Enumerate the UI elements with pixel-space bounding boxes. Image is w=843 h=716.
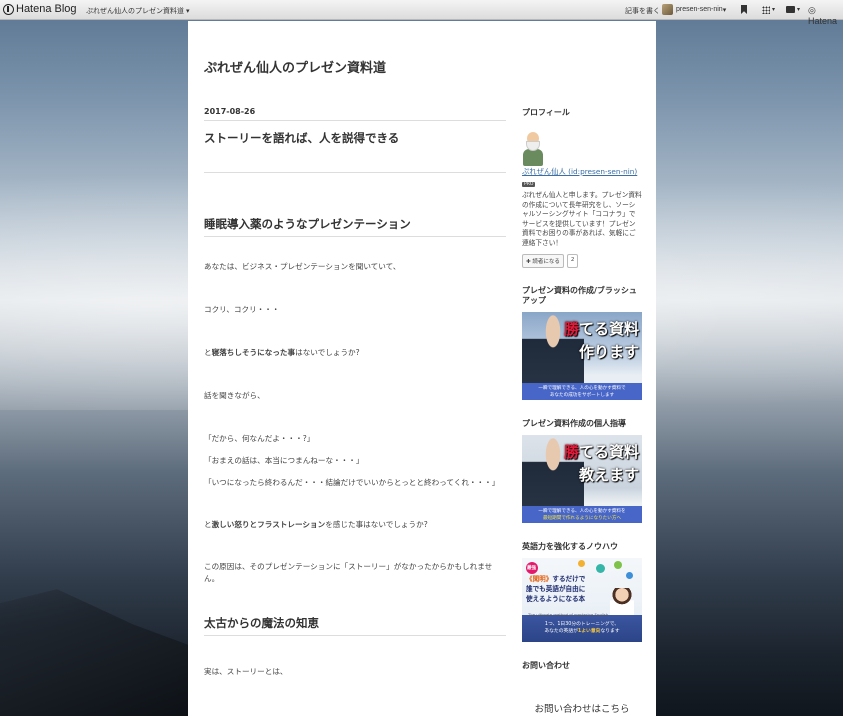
banner-subtitle: The ultimate method of mastering English: [528, 611, 609, 617]
banner-line: 誰でも英語が自由に: [526, 584, 586, 593]
contact-title: お問い合わせ: [522, 660, 570, 670]
profile-description: ぷれぜん仙人と申します。プレゼン資料の作成について長年研究をし、ソーシャルソーシ…: [522, 191, 642, 247]
banner-strip-line: 最短期間で作れるようになりたい方へ: [542, 515, 622, 521]
hatena-topbar: Hatena Blog ぷれぜん仙人のプレゼン資料道 ▾ 記事を書く prese…: [0, 0, 843, 26]
banner-headline: 勝てる資料: [564, 441, 639, 462]
banner-english-book[interactable]: 最強 《聞明》するだけで 誰でも英語が自由に 使えるようになる本 The ult…: [522, 557, 642, 642]
paragraph: と激しい怒りとフラストレーションを感じた事はないでしょうか?: [204, 519, 506, 531]
banner-highlight: 《聞明》: [526, 574, 553, 583]
bold-text: 激しい怒りとフラストレーション: [211, 520, 326, 529]
entry-title[interactable]: ストーリーを語れば、人を説得できる: [204, 130, 506, 173]
quote-line: 「だから、何なんだよ・・・?」: [204, 434, 315, 443]
blog-title[interactable]: ぷれぜん仙人のプレゼン資料道: [204, 57, 386, 76]
text: を感じた事はないでしょうか?: [325, 520, 428, 529]
module-title: 英語力を強化するノウハウ: [522, 541, 618, 551]
text: と: [204, 520, 212, 529]
highlight-text: 1よい意向: [577, 628, 601, 634]
paragraph: コクリ、コクリ・・・: [204, 305, 280, 314]
text: なります: [600, 628, 620, 634]
banner-text: 《聞明》するだけで 誰でも英語が自由に 使えるようになる本: [526, 574, 585, 604]
decor-circle: [578, 559, 585, 567]
banner-bottom-line: あなたの英語が1よい意向なります: [522, 628, 642, 635]
chevron-down-icon: ▾: [722, 6, 727, 14]
chevron-down-icon: ▾: [797, 7, 801, 13]
banner-line: てる資料: [578, 442, 639, 461]
subscribe-label: 読者になる: [532, 258, 560, 265]
write-article-link[interactable]: 記事を書く: [625, 6, 660, 16]
comment-icon[interactable]: [786, 6, 795, 13]
subscribe-button[interactable]: ✚ 読者になる: [522, 253, 564, 268]
paragraph: 実は、ストーリーとは、: [204, 667, 288, 676]
user-name: presen-sen-nin: [676, 6, 723, 13]
blog-menu-label: ぷれぜん仙人のプレゼン資料道: [86, 8, 184, 15]
bold-text: 寝落ちしそうになった事: [211, 348, 296, 357]
quote-line: 「いつになったら終わるんだ・・・結論だけでいいからとっとと終わってくれ・・・」: [204, 478, 500, 487]
entry-article: 2017-08-26 ストーリーを語れば、人を説得できる 睡眠導入薬のようなプレ…: [204, 107, 506, 678]
banner-text-span: するだけで: [552, 574, 586, 583]
banner-woman-image: [610, 587, 634, 615]
banner-headline: 勝てる資料: [564, 318, 639, 339]
hatena-link-label: Hatena: [808, 16, 838, 26]
profile-name-link[interactable]: ぷれぜん仙人 (id:presen-sen-nin): [522, 167, 642, 177]
banner-strip-line: あなたの成功をサポートします: [549, 392, 615, 398]
entry-date[interactable]: 2017-08-26: [204, 107, 506, 121]
quote-line: 「おまえの話は、本当につまんねーな・・・」: [204, 456, 364, 465]
bookmark-icon[interactable]: [741, 5, 747, 14]
banner-strip: 一瞬で理解できる、人の心を動かす資料で あなたの成功をサポートします: [522, 382, 642, 400]
banner-strip-line: 一瞬で理解できる、人の心を動かす資料を: [538, 508, 626, 514]
banner-headline-2: 教えます: [578, 465, 639, 484]
chevron-down-icon: ▾: [772, 7, 776, 13]
banner-headline-2: 作ります: [578, 342, 639, 361]
chevron-down-icon: ▾: [185, 8, 190, 15]
banner-bottom-line: 1つ、1日30分のトレーニングで、: [544, 621, 620, 627]
banner-red-char: 勝: [563, 319, 579, 338]
section-heading: 太古からの魔法の知恵: [204, 615, 506, 636]
user-avatar: [662, 4, 673, 15]
contact-link[interactable]: お問い合わせはこちら: [522, 701, 642, 715]
text: あなたの英語が: [544, 628, 578, 634]
blog-menu-dropdown[interactable]: ぷれぜん仙人のプレゼン資料道 ▾: [86, 6, 189, 16]
module-title: プレゼン資料作成の個人指導: [522, 418, 626, 428]
decor-circle: [614, 560, 622, 569]
hatena-mark-icon: ◎: [808, 5, 816, 15]
hatena-blog-logo[interactable]: Hatena Blog: [3, 3, 77, 15]
banner-badge: 最強: [527, 565, 536, 571]
banner-private-lesson[interactable]: 勝てる資料 教えます 一瞬で理解できる、人の心を動かす資料を 最短期間で作れるよ…: [522, 434, 642, 523]
sidebar: プロフィール ぷれぜん仙人 (id:presen-sen-nin) PRO ぷれ…: [522, 107, 642, 715]
decor-circle: [626, 571, 633, 579]
banner-line: 使えるようになる本: [526, 594, 586, 603]
banner-strip: 一瞬で理解できる、人の心を動かす資料を 最短期間で作れるようになりたい方へ: [522, 505, 642, 523]
banner-red-char: 勝: [563, 442, 579, 461]
banner-bottom: 1つ、1日30分のトレーニングで、 あなたの英語が1よい意向なります: [522, 618, 642, 635]
reader-count[interactable]: 2: [566, 253, 579, 268]
paragraph: あなたは、ビジネス・プレゼンテーションを聞いていて、: [204, 262, 401, 271]
paragraph: と寝落ちしそうになった事はないでしょうか?: [204, 347, 506, 359]
pro-badge: PRO: [522, 182, 536, 187]
paragraph: この原因は、そのプレゼンテーションに「ストーリー」がなかったからかもしれません。: [204, 562, 493, 583]
text: はないでしょうか?: [295, 348, 360, 357]
profile-title: プロフィール: [522, 108, 570, 117]
user-menu[interactable]: presen-sen-nin ▾: [662, 4, 726, 15]
banner-create-slides[interactable]: 勝てる資料 作ります 一瞬で理解できる、人の心を動かす資料で あなたの成功をサポ…: [522, 311, 642, 400]
blog-container: ぷれぜん仙人のプレゼン資料道 2017-08-26 ストーリーを語れば、人を説得…: [188, 21, 656, 716]
decor-circle: [596, 563, 605, 573]
banner-strip-line: 一瞬で理解できる、人の心を動かす資料で: [538, 385, 626, 391]
avatar-robe: [523, 149, 543, 166]
banner-line: 《聞明》するだけで: [526, 574, 585, 584]
grid-icon[interactable]: [762, 6, 770, 14]
background-mountain: [0, 589, 190, 716]
text: と: [204, 348, 212, 357]
profile-avatar[interactable]: [522, 130, 544, 166]
paragraph: 話を聞きながら、: [204, 391, 265, 400]
brand-name: Hatena Blog: [16, 3, 77, 15]
hatena-logo-icon: [3, 3, 14, 15]
module-title: プレゼン資料の作成/ブラッシュアップ: [522, 285, 637, 305]
section-heading: 睡眠導入薬のようなプレゼンテーション: [204, 216, 506, 237]
hatena-link[interactable]: ◎ Hatena: [808, 5, 843, 26]
reader-subscribe: ✚ 読者になる 2: [522, 253, 642, 268]
banner-line: てる資料: [578, 319, 639, 338]
